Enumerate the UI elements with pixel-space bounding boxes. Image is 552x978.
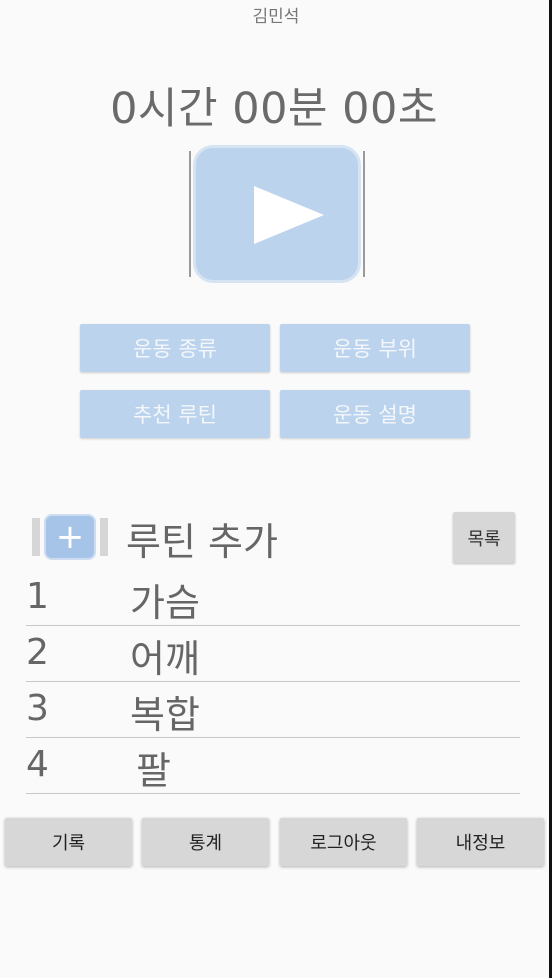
play-button-container — [189, 145, 365, 283]
play-button-border-right — [363, 151, 365, 277]
routine-name: 어깨 — [130, 637, 200, 681]
routine-number: 3 — [26, 688, 49, 729]
routine-item[interactable]: 1 가슴 — [26, 570, 520, 626]
exercise-part-button[interactable]: 운동 부위 — [280, 324, 470, 372]
exercise-type-button[interactable]: 운동 종류 — [80, 324, 270, 372]
routine-name: 팔 — [136, 749, 171, 793]
add-routine-control: + — [32, 514, 108, 560]
records-button[interactable]: 기록 — [5, 818, 132, 866]
recommended-routine-button[interactable]: 추천 루틴 — [80, 390, 270, 438]
add-button-edge-right — [100, 518, 108, 556]
routine-name: 가슴 — [130, 581, 200, 625]
routine-number: 1 — [26, 576, 49, 617]
play-icon — [254, 186, 324, 244]
exercise-description-button[interactable]: 운동 설명 — [280, 390, 470, 438]
stats-button[interactable]: 통계 — [142, 818, 269, 866]
add-routine-button[interactable]: + — [44, 514, 96, 560]
routine-item[interactable]: 2 어깨 — [26, 626, 520, 682]
routine-number: 2 — [26, 632, 49, 673]
play-button-border-left — [189, 151, 191, 277]
routine-list-button[interactable]: 목록 — [453, 512, 515, 563]
workout-timer: 0시간 00분 00초 — [110, 84, 438, 134]
add-button-edge-left — [32, 518, 40, 556]
logout-button[interactable]: 로그아웃 — [280, 818, 407, 866]
routine-number: 4 — [26, 744, 49, 785]
play-button[interactable] — [193, 145, 361, 283]
routine-list: 1 가슴 2 어깨 3 복합 4 팔 — [26, 570, 520, 794]
routine-item[interactable]: 4 팔 — [26, 738, 520, 794]
add-routine-label: 루틴 추가 — [126, 520, 278, 564]
my-info-button[interactable]: 내정보 — [417, 818, 544, 866]
plus-icon: + — [55, 517, 85, 557]
routine-item[interactable]: 3 복합 — [26, 682, 520, 738]
user-name: 김민석 — [252, 7, 300, 27]
routine-name: 복합 — [130, 693, 200, 737]
